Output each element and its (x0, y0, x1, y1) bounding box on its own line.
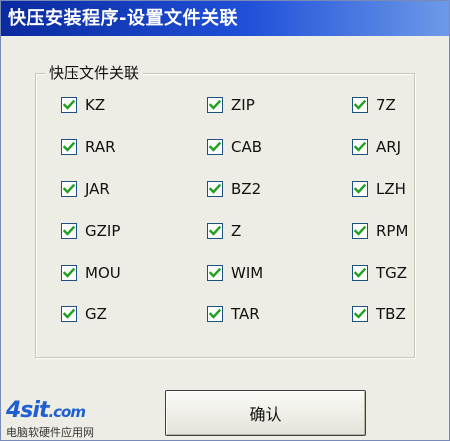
checkmark-icon (209, 267, 221, 278)
site-watermark: 4sit.com 电脑软硬件应用网 (2, 396, 120, 441)
checkbox[interactable] (352, 139, 368, 155)
file-type-label: RAR (85, 138, 116, 156)
file-type-label: 7Z (376, 96, 396, 114)
file-type-option[interactable]: CAB (207, 137, 262, 157)
file-type-option[interactable]: LZH (352, 179, 406, 199)
checkmark-icon (209, 225, 221, 236)
file-type-option[interactable]: MOU (61, 263, 121, 283)
watermark-subtitle: 电脑软硬件应用网 (6, 426, 94, 439)
file-type-label: TGZ (376, 264, 408, 282)
file-type-option[interactable]: ZIP (207, 95, 255, 115)
checkmark-icon (63, 183, 75, 194)
checkmark-icon (63, 99, 75, 110)
file-type-option[interactable]: GZ (61, 304, 107, 324)
file-type-label: CAB (231, 138, 263, 156)
checkbox[interactable] (61, 306, 77, 322)
checkbox[interactable] (207, 306, 223, 322)
checkbox[interactable] (61, 97, 77, 113)
checkbox[interactable] (352, 265, 368, 281)
checkbox[interactable] (352, 306, 368, 322)
checkmark-icon (354, 141, 366, 152)
checkmark-icon (354, 183, 366, 194)
watermark-logo: 4sit.com (6, 398, 86, 423)
file-type-label: GZIP (85, 222, 121, 240)
confirm-button[interactable]: 确认 (165, 390, 366, 436)
file-type-label: RPM (376, 222, 409, 240)
checkbox[interactable] (352, 181, 368, 197)
checkmark-icon (354, 308, 366, 319)
file-type-label: KZ (85, 96, 106, 114)
checkmark-icon (209, 99, 221, 110)
checkbox[interactable] (61, 265, 77, 281)
file-type-label: Z (231, 222, 242, 240)
file-type-label: BZ2 (231, 180, 262, 198)
checkbox[interactable] (207, 181, 223, 197)
file-type-label: TAR (231, 305, 260, 323)
checkbox[interactable] (61, 223, 77, 239)
checkbox[interactable] (207, 223, 223, 239)
checkbox[interactable] (352, 223, 368, 239)
file-type-option[interactable]: BZ2 (207, 179, 261, 199)
checkbox[interactable] (352, 97, 368, 113)
checkmark-icon (63, 141, 75, 152)
file-type-option[interactable]: GZIP (61, 221, 120, 241)
file-type-label: TBZ (376, 305, 406, 323)
file-type-option[interactable]: WIM (207, 263, 263, 283)
file-type-option[interactable]: ARJ (352, 137, 401, 157)
file-type-label: LZH (376, 180, 406, 198)
file-type-option[interactable]: RAR (61, 137, 116, 157)
file-type-option[interactable]: 7Z (352, 95, 396, 115)
checkmark-icon (209, 183, 221, 194)
checkmark-icon (354, 225, 366, 236)
checkmark-icon (63, 267, 75, 278)
checkmark-icon (63, 308, 75, 319)
file-type-option[interactable]: Z (207, 221, 241, 241)
file-type-label: ZIP (231, 96, 255, 114)
checkbox[interactable] (207, 97, 223, 113)
file-type-option[interactable]: KZ (61, 95, 105, 115)
checkbox[interactable] (61, 139, 77, 155)
file-type-option[interactable]: TGZ (352, 263, 407, 283)
file-type-option[interactable]: TAR (207, 304, 260, 324)
file-type-option[interactable]: JAR (61, 179, 110, 199)
checkmark-icon (354, 267, 366, 278)
file-type-label: JAR (85, 180, 110, 198)
checkbox[interactable] (61, 181, 77, 197)
checkmark-icon (209, 308, 221, 319)
checkmark-icon (354, 99, 366, 110)
checkbox[interactable] (207, 139, 223, 155)
checkmark-icon (209, 141, 221, 152)
checkmark-icon (63, 225, 75, 236)
file-type-label: ARJ (376, 138, 402, 156)
file-type-label: GZ (85, 305, 107, 323)
file-type-label: WIM (231, 264, 264, 282)
file-type-option[interactable]: RPM (352, 221, 408, 241)
checkbox[interactable] (207, 265, 223, 281)
window-title: 快压安装程序-设置文件关联 (1, 1, 449, 36)
groupbox-label: 快压文件关联 (45, 64, 144, 82)
installer-window: 快压安装程序-设置文件关联 快压文件关联 KZ ZIP 7Z RAR CAB ARJ JAR… (0, 0, 450, 441)
file-type-option[interactable]: TBZ (352, 304, 406, 324)
file-type-label: MOU (85, 264, 121, 282)
